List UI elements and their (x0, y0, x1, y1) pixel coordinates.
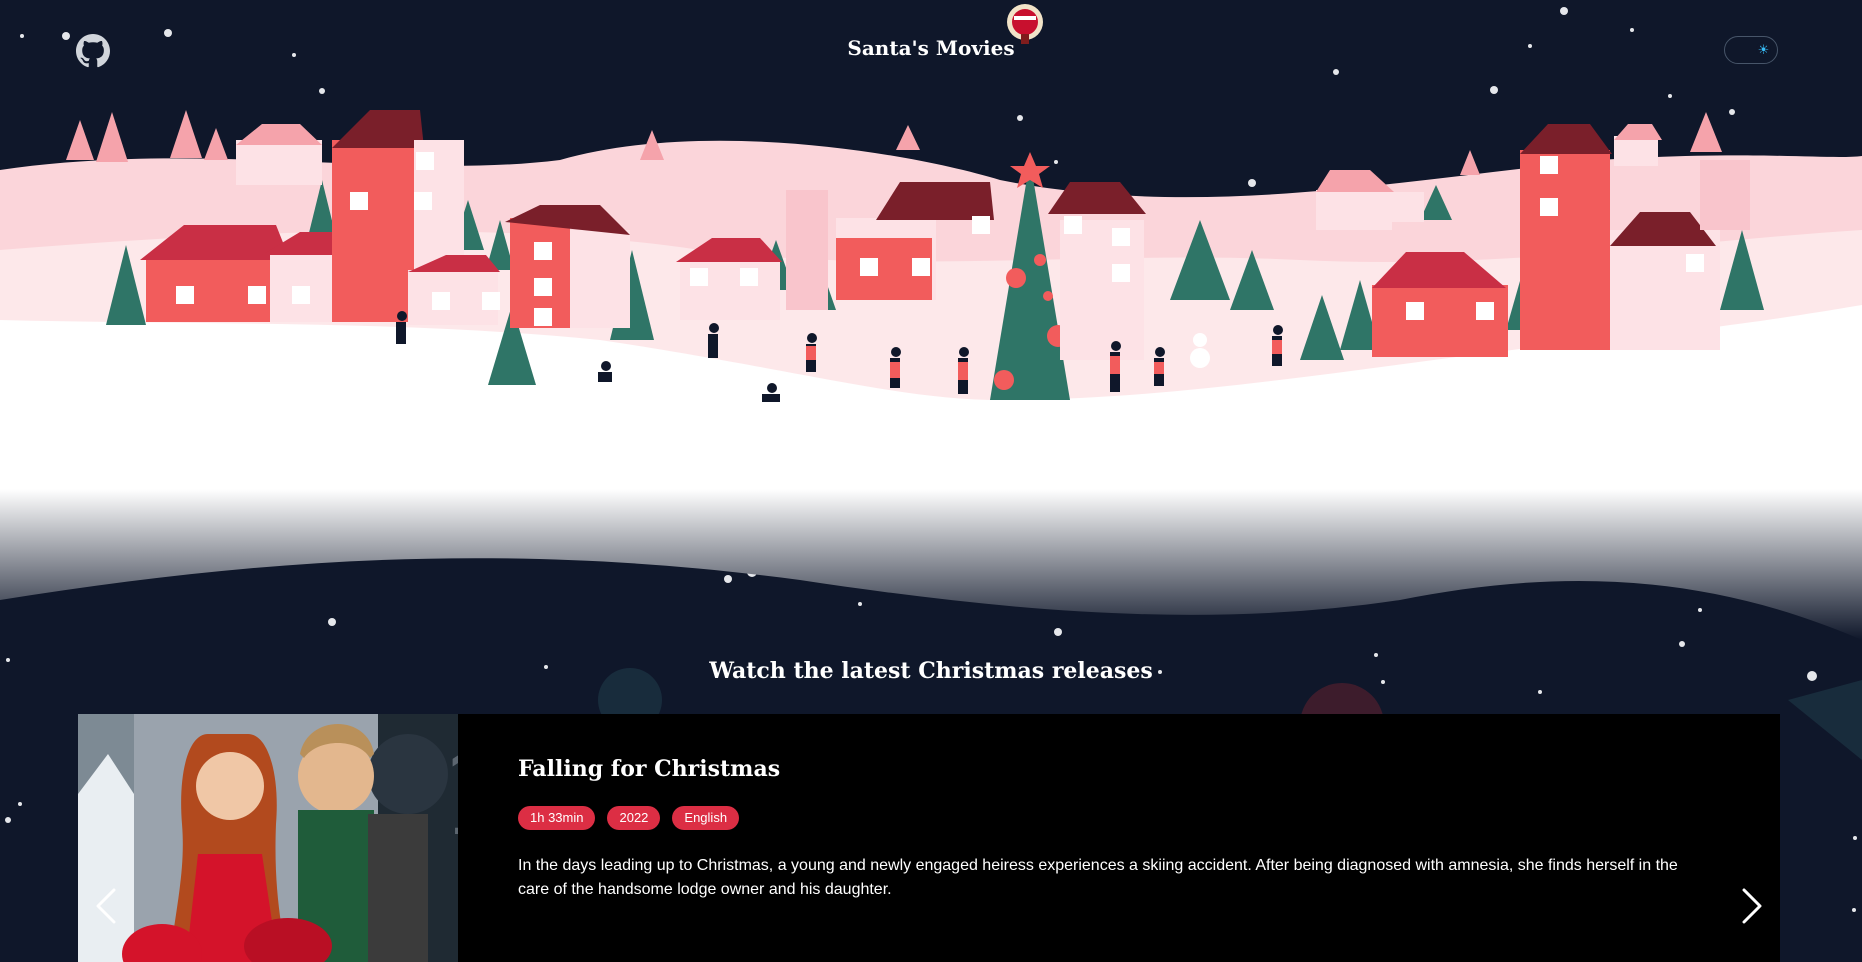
movie-carousel: 1 Falling for Christmas 1h 33min 2022 En… (78, 714, 1780, 962)
duration-badge: 1h 33min (518, 806, 596, 830)
poster-image: 1 (78, 714, 458, 962)
language-badge: English (672, 806, 740, 830)
movie-description: In the days leading up to Christmas, a y… (518, 857, 1678, 898)
chevron-left-icon (96, 888, 116, 924)
theme-toggle[interactable]: ☀ (1724, 36, 1778, 64)
movie-poster[interactable]: 1 (78, 714, 458, 962)
movie-title: Falling for Christmas (518, 756, 781, 782)
carousel-prev-button[interactable] (92, 886, 120, 926)
movie-badges: 1h 33min 2022 English (518, 806, 1698, 830)
chevron-right-icon (1742, 888, 1762, 924)
sun-icon: ☀ (1756, 42, 1771, 57)
year-badge: 2022 (607, 806, 661, 830)
section-title: Watch the latest Christmas releases (709, 658, 1153, 684)
movie-info: Falling for Christmas 1h 33min 2022 Engl… (518, 756, 1698, 902)
christmas-village-illustration (0, 110, 1862, 640)
site-header: Santa's Movies ☀ (0, 0, 1862, 100)
site-title: Santa's Movies (847, 36, 1015, 60)
carousel-next-button[interactable] (1738, 886, 1766, 926)
